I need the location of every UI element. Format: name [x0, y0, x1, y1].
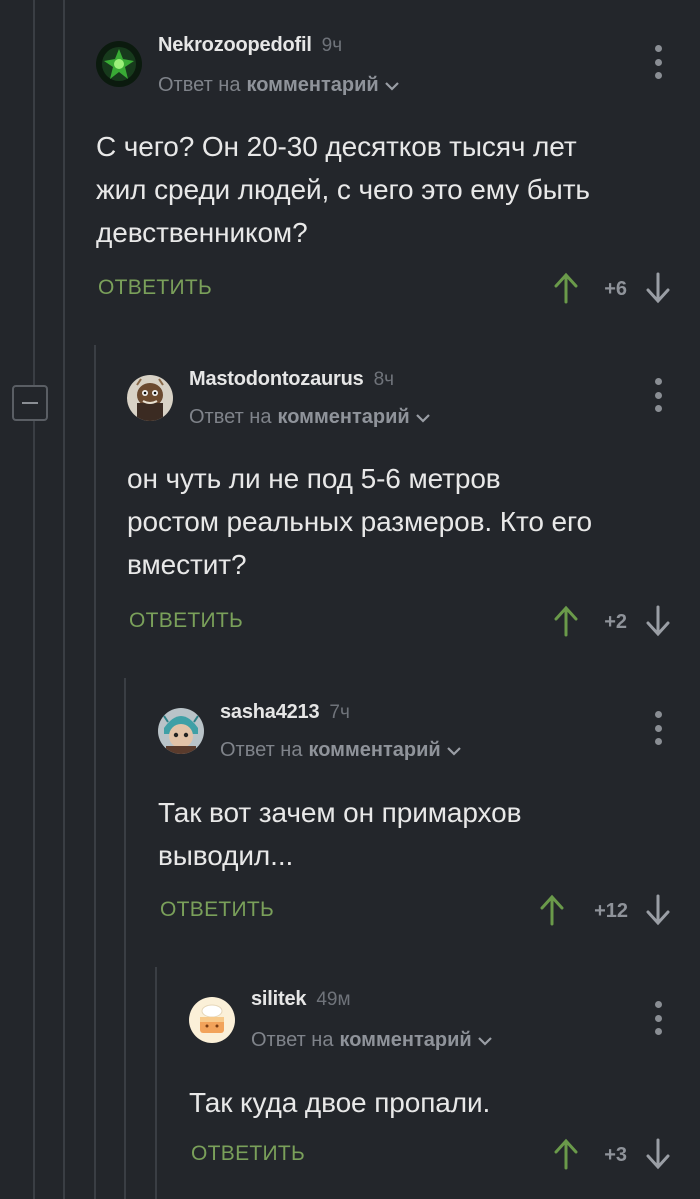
chevron-down-icon — [477, 1036, 492, 1046]
avatar[interactable] — [96, 41, 142, 87]
reply-target[interactable]: комментарий — [246, 74, 378, 97]
downvote-arrow-icon[interactable] — [646, 272, 670, 304]
thread-line-level-1 — [94, 345, 96, 1199]
comment-time: 8ч — [373, 369, 395, 390]
more-options-icon[interactable] — [654, 378, 662, 412]
upvote-arrow-icon[interactable] — [554, 605, 578, 637]
comments-thread: Nekrozoopedofil 9ч Ответ на комментарий … — [0, 0, 700, 1199]
reply-target[interactable]: комментарий — [339, 1029, 471, 1052]
more-options-icon[interactable] — [654, 711, 662, 745]
thread-line-root-2 — [63, 0, 65, 1199]
downvote-arrow-icon[interactable] — [646, 605, 670, 637]
avatar[interactable] — [127, 375, 173, 421]
reply-button[interactable]: ОТВЕТИТЬ — [160, 898, 274, 922]
author-name[interactable]: sasha4213 — [220, 701, 320, 724]
reply-context[interactable]: Ответ на комментарий — [220, 739, 461, 762]
creature-avatar-icon — [127, 375, 173, 421]
chevron-down-icon — [415, 413, 430, 423]
comment-score: +12 — [594, 900, 628, 922]
comment-score: +3 — [604, 1144, 627, 1166]
thread-line-root-1 — [33, 0, 35, 1199]
downvote-arrow-icon[interactable] — [646, 894, 670, 926]
chevron-down-icon — [446, 746, 461, 756]
minus-icon — [22, 402, 38, 404]
reply-button[interactable]: ОТВЕТИТЬ — [129, 609, 243, 633]
upvote-arrow-icon[interactable] — [554, 272, 578, 304]
author-name[interactable]: Mastodontozaurus — [189, 368, 364, 391]
reply-prefix: Ответ на — [220, 739, 303, 761]
thread-line-level-2 — [124, 678, 126, 1199]
reply-context[interactable]: Ответ на комментарий — [189, 406, 430, 429]
comment-text: он чуть ли не под 5-6 метров ростом реал… — [127, 463, 592, 580]
downvote-arrow-icon[interactable] — [646, 1138, 670, 1170]
comment-time: 7ч — [329, 702, 350, 723]
reply-target[interactable]: комментарий — [308, 739, 440, 762]
comment-2: Mastodontozaurus 8ч Ответ на комментарий… — [127, 364, 700, 654]
more-options-icon[interactable] — [654, 1001, 662, 1035]
upvote-arrow-icon[interactable] — [554, 1138, 578, 1170]
chevron-down-icon — [384, 81, 399, 91]
comment-score: +2 — [604, 611, 627, 633]
more-options-icon[interactable] — [654, 45, 662, 79]
comment-3: sasha4213 7ч Ответ на комментарий Так во… — [158, 697, 700, 937]
reply-prefix: Ответ на — [189, 406, 272, 428]
comment-text: С чего? Он 20-30 десятков тысяч лет жил … — [96, 131, 590, 248]
reply-prefix: Ответ на — [158, 74, 241, 96]
reply-target[interactable]: комментарий — [277, 406, 409, 429]
avatar[interactable] — [189, 997, 235, 1043]
author-name[interactable]: silitek — [251, 988, 307, 1011]
character-avatar-icon — [158, 708, 204, 754]
comment-score: +6 — [604, 278, 627, 300]
comment-text: Так вот зачем он примархов выводил... — [158, 797, 522, 871]
reply-context[interactable]: Ответ на комментарий — [158, 74, 399, 97]
cake-avatar-icon — [189, 997, 235, 1043]
reply-context[interactable]: Ответ на комментарий — [251, 1029, 492, 1052]
reply-button[interactable]: ОТВЕТИТЬ — [191, 1142, 305, 1166]
author-name[interactable]: Nekrozoopedofil — [158, 34, 312, 57]
thread-line-level-3 — [155, 967, 157, 1199]
comment-1: Nekrozoopedofil 9ч Ответ на комментарий … — [96, 30, 700, 320]
avatar[interactable] — [158, 708, 204, 754]
green-emblem-avatar-icon — [96, 41, 142, 87]
collapse-thread-button[interactable] — [12, 385, 48, 421]
reply-button[interactable]: ОТВЕТИТЬ — [98, 276, 212, 300]
comment-time: 49м — [316, 989, 351, 1010]
reply-prefix: Ответ на — [251, 1029, 334, 1051]
comment-text: Так куда двое пропали. — [189, 1087, 491, 1118]
upvote-arrow-icon[interactable] — [540, 894, 564, 926]
comment-time: 9ч — [321, 35, 343, 56]
comment-4: silitek 49м Ответ на комментарий Так куд… — [189, 987, 700, 1187]
